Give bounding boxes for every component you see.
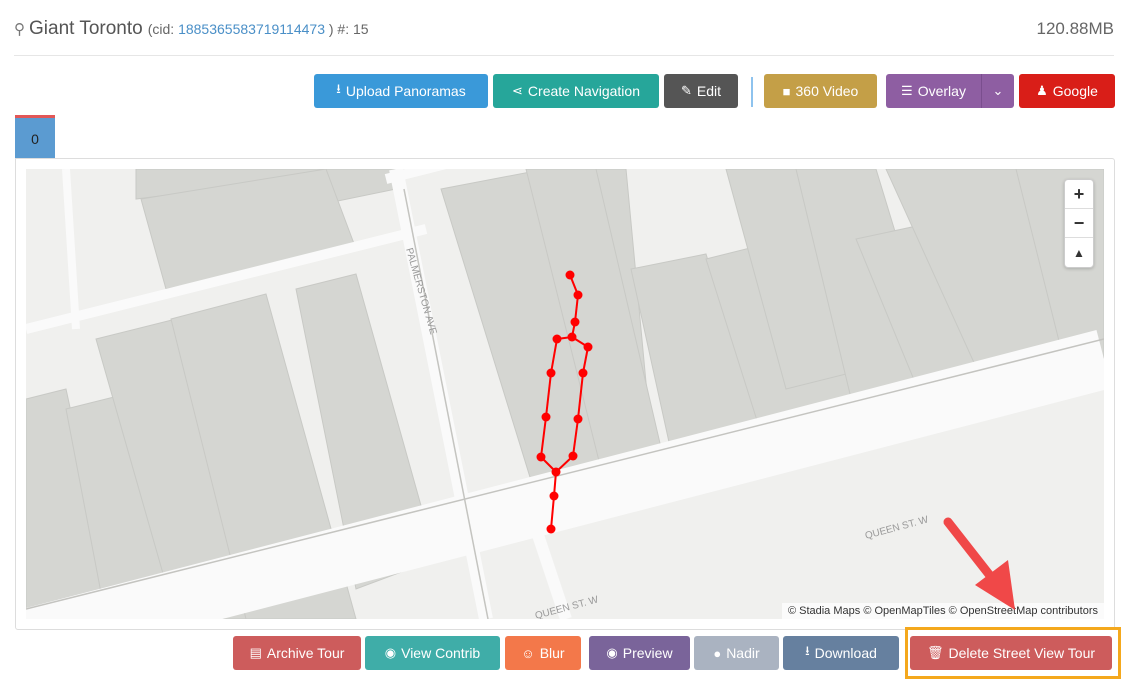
street-label: QUEEN ST. W — [864, 514, 930, 542]
panorama-point[interactable] — [536, 452, 546, 462]
create-navigation-button[interactable]: ⋖ Create Navigation — [493, 74, 659, 108]
upload-panoramas-button[interactable]: ⭳ Upload Panoramas — [314, 74, 488, 108]
list-icon: ☰ — [901, 83, 913, 98]
edit-icon: ✎ — [680, 83, 692, 98]
zoom-control: + − ▲ — [1064, 179, 1094, 268]
toolbar-separator — [751, 77, 753, 107]
tour-size: 120.88MB — [1036, 19, 1115, 38]
panorama-point[interactable] — [568, 451, 578, 461]
zoom-out-button[interactable]: − — [1065, 209, 1093, 238]
blur-button[interactable]: ☺ Blur — [505, 636, 581, 670]
archive-icon: ▤ — [249, 645, 262, 660]
reset-bearing-button[interactable]: ▲ — [1065, 238, 1093, 267]
360-video-button[interactable]: ■ 360 Video — [764, 74, 877, 108]
highlight-box — [905, 627, 1121, 679]
download-icon: ⭳ — [805, 643, 810, 658]
panorama-point[interactable] — [573, 290, 583, 300]
header: ⚲ Giant Toronto (cid: 188536558371911447… — [14, 16, 1114, 42]
panorama-point[interactable] — [578, 368, 588, 378]
panorama-point[interactable] — [549, 491, 559, 501]
map-attribution: © Stadia Maps © OpenMapTiles © OpenStree… — [781, 603, 1104, 619]
panorama-point[interactable] — [567, 332, 577, 342]
panorama-point[interactable] — [573, 414, 583, 424]
panorama-point[interactable] — [565, 270, 575, 280]
street-view-icon: ♟ — [1036, 83, 1048, 98]
panorama-point[interactable] — [546, 524, 556, 534]
panorama-point[interactable] — [551, 467, 561, 477]
page-title: Giant Toronto — [29, 18, 143, 39]
map-canvas[interactable]: PALMERSTON AVE QUEEN ST. W QUEEN ST. W — [26, 169, 1104, 619]
download-button[interactable]: ⭳ Download — [783, 636, 899, 670]
nadir-button[interactable]: ● Nadir — [694, 636, 779, 670]
panorama-point[interactable] — [570, 317, 580, 327]
smile-icon: ☺ — [521, 645, 535, 661]
download-icon: ⭳ — [336, 81, 341, 96]
panorama-point[interactable] — [546, 368, 556, 378]
preview-button[interactable]: ◉ Preview — [589, 636, 690, 670]
panorama-point[interactable] — [552, 334, 562, 344]
divider — [14, 55, 1114, 56]
eye-icon: ◉ — [384, 645, 397, 660]
overlay-dropdown-toggle[interactable]: ⌄ — [981, 74, 1014, 108]
eye-icon: ◉ — [606, 645, 618, 660]
circle-icon: ● — [713, 645, 722, 661]
cid-info: (cid: 1885365583719114473 ) #: 15 — [147, 21, 369, 37]
google-button[interactable]: ♟ Google — [1019, 74, 1115, 108]
video-camera-icon: ■ — [782, 83, 791, 99]
edit-button[interactable]: ✎ Edit — [664, 74, 738, 108]
chevron-down-icon: ⌄ — [992, 83, 1004, 98]
tab-0[interactable]: 0 — [15, 115, 55, 159]
panorama-point[interactable] — [583, 342, 593, 352]
share-icon: ⋖ — [512, 83, 523, 98]
zoom-in-button[interactable]: + — [1065, 180, 1093, 209]
map-marker-icon: ⚲ — [14, 21, 25, 38]
archive-tour-button[interactable]: ▤ Archive Tour — [233, 636, 361, 670]
cid-link[interactable]: 1885365583719114473 — [178, 21, 325, 37]
panorama-point[interactable] — [541, 412, 551, 422]
map[interactable]: PALMERSTON AVE QUEEN ST. W QUEEN ST. W +… — [26, 169, 1104, 619]
view-contrib-button[interactable]: ◉ View Contrib — [365, 636, 500, 670]
overlay-button[interactable]: ☰ Overlay — [886, 74, 981, 108]
